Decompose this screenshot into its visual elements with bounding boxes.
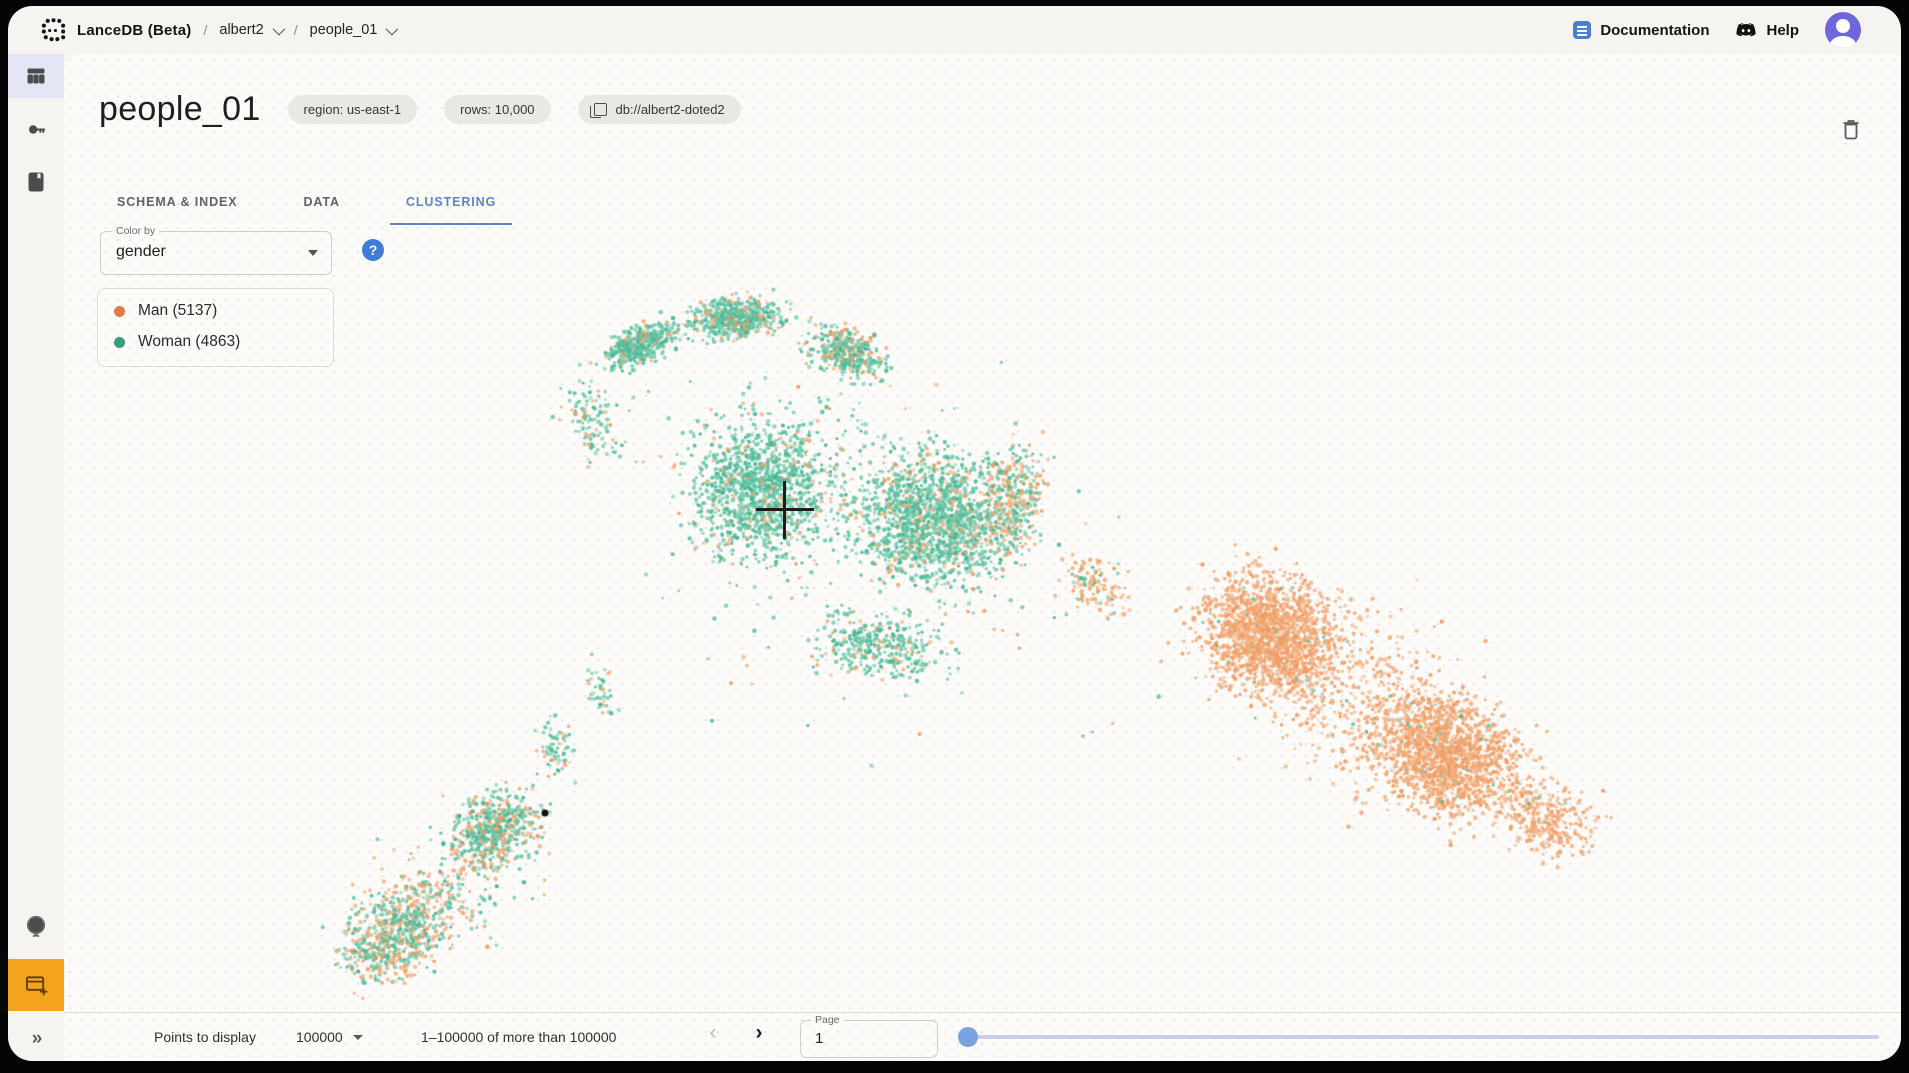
brand-name: LanceDB (Beta) (77, 22, 192, 39)
help-link[interactable]: Help (1735, 22, 1799, 39)
clustering-help-icon[interactable]: ? (362, 239, 384, 261)
brand: LanceDB (Beta) (40, 17, 192, 44)
breadcrumb-separator: / (294, 22, 298, 38)
breadcrumb-table-selector[interactable]: people_01 (310, 22, 396, 38)
tab-bar: SCHEMA & INDEX DATA CLUSTERING (101, 185, 512, 225)
legend-card: Man (5137) Woman (4863) (97, 288, 334, 367)
pagination-bar: Points to display 100000 1–100000 of mor… (64, 1012, 1901, 1061)
woman-color-dot (114, 337, 125, 348)
left-sidebar: ? » (8, 54, 64, 1061)
help-label: Help (1766, 22, 1799, 39)
color-by-select[interactable]: Color by gender (100, 231, 332, 275)
region-badge: region: us-east-1 (288, 95, 418, 124)
points-to-display-value: 100000 (296, 1029, 343, 1045)
db-uri-badge[interactable]: db://albert2-doted2 (578, 95, 741, 124)
book-icon (27, 172, 45, 192)
dropdown-caret-icon (353, 1035, 363, 1040)
tab-data[interactable]: DATA (287, 185, 355, 225)
delete-table-button[interactable] (1841, 118, 1861, 146)
key-icon (26, 119, 47, 140)
dropdown-caret-icon (308, 250, 318, 256)
legend-item-woman: Woman (4863) (114, 333, 319, 351)
color-by-value: gender (116, 243, 166, 261)
page-title: people_01 (99, 90, 261, 129)
man-color-dot (114, 306, 125, 317)
sidebar-bottom: ? » (8, 905, 64, 1061)
legend-man-label: Man (5137) (138, 302, 217, 320)
sidebar-item-support[interactable]: ? (8, 905, 64, 949)
documentation-icon (1573, 21, 1591, 39)
page-number-input[interactable]: Page 1 (800, 1020, 938, 1058)
table-icon (26, 66, 46, 86)
user-avatar[interactable] (1825, 12, 1861, 48)
db-uri-label: db://albert2-doted2 (616, 102, 725, 117)
documentation-link[interactable]: Documentation (1573, 21, 1709, 39)
lancedb-logo-icon (40, 17, 67, 44)
previous-page-button[interactable]: ‹ (698, 1021, 728, 1045)
page-input-label: Page (811, 1014, 844, 1026)
tab-clustering[interactable]: CLUSTERING (390, 185, 512, 225)
page-input-value: 1 (815, 1030, 823, 1047)
top-bar: LanceDB (Beta) / albert2 / people_01 Doc… (8, 6, 1901, 54)
breadcrumb-project-label: albert2 (219, 22, 263, 38)
points-to-display-label: Points to display (154, 1029, 256, 1045)
points-to-display-select[interactable]: 100000 (296, 1029, 363, 1045)
sidebar-item-docs[interactable] (8, 160, 64, 204)
breadcrumb-project-selector[interactable]: albert2 (219, 22, 281, 38)
copy-icon (594, 103, 607, 116)
sidebar-item-api-keys[interactable] (8, 107, 64, 151)
sidebar-expand-button[interactable]: » (8, 1017, 64, 1061)
tab-schema-index[interactable]: SCHEMA & INDEX (101, 185, 253, 225)
next-page-button[interactable]: › (744, 1021, 774, 1045)
range-text: 1–100000 of more than 100000 (421, 1029, 616, 1045)
breadcrumb-table-label: people_01 (310, 22, 378, 38)
chevron-down-icon (272, 22, 285, 35)
app-window: LanceDB (Beta) / albert2 / people_01 Doc… (8, 6, 1901, 1061)
main-content: people_01 region: us-east-1 rows: 10,000… (64, 54, 1901, 1061)
chevron-down-icon (386, 22, 399, 35)
color-by-label: Color by (112, 225, 159, 237)
sidebar-item-tables[interactable] (8, 54, 64, 98)
page-header: people_01 region: us-east-1 rows: 10,000… (99, 90, 741, 129)
page-slider-thumb[interactable] (958, 1027, 978, 1047)
top-right-nav: Documentation Help (1573, 12, 1861, 48)
legend-woman-label: Woman (4863) (138, 333, 240, 351)
double-chevron-right-icon: » (32, 1028, 41, 1050)
help-badge-icon: ? (25, 915, 47, 939)
discord-icon (1735, 22, 1757, 39)
table-add-icon (25, 974, 48, 996)
page-slider[interactable] (960, 1035, 1879, 1039)
svg-text:?: ? (33, 921, 39, 932)
legend-item-man: Man (5137) (114, 302, 319, 320)
rows-badge: rows: 10,000 (444, 95, 550, 124)
breadcrumb-separator: / (204, 22, 208, 38)
documentation-label: Documentation (1600, 22, 1709, 39)
add-table-button[interactable] (8, 959, 64, 1011)
trash-icon (1841, 118, 1861, 141)
